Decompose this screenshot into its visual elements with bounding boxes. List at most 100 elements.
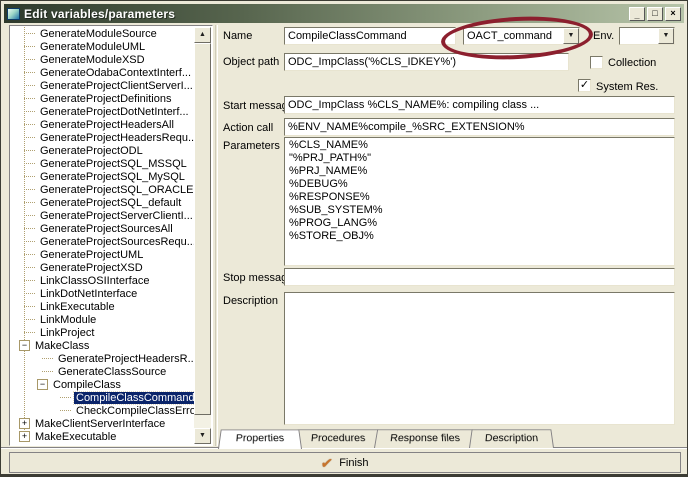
- tree-item-generateprojectclientserveri-[interactable]: GenerateProjectClientServerI...: [11, 79, 194, 92]
- tree-item-label: GenerateModuleXSD: [38, 54, 147, 66]
- tree-scrollbar[interactable]: ▲ ▼: [194, 27, 211, 444]
- expand-icon[interactable]: +: [19, 418, 30, 429]
- stop-message-input[interactable]: [284, 268, 675, 286]
- tree-item-label: GenerateProjectDotNetInterf...: [38, 106, 191, 118]
- collapse-icon[interactable]: −: [19, 340, 30, 351]
- tree-item-linkmodule[interactable]: LinkModule: [11, 313, 194, 326]
- tree-item-label: CheckCompileClassError: [74, 405, 194, 417]
- type-combobox-value: OACT_command: [464, 30, 563, 42]
- description-textarea[interactable]: [284, 292, 675, 425]
- tree-connector: [24, 46, 35, 47]
- tree-item-compileclasscommand[interactable]: CompileClassCommand: [11, 391, 194, 404]
- titlebar[interactable]: Edit variables/parameters _ □ ×: [4, 4, 684, 23]
- window-bottom-border: [1, 474, 687, 476]
- type-combobox[interactable]: OACT_command ▼: [463, 27, 580, 45]
- tab-description[interactable]: Description: [469, 429, 554, 448]
- tree-item-generatemoduleuml[interactable]: GenerateModuleUML: [11, 40, 194, 53]
- tree-connector: [24, 254, 35, 255]
- tree-item-compileclass[interactable]: −CompileClass: [11, 378, 194, 391]
- tree-item-generateprojectheadersr-[interactable]: GenerateProjectHeadersR...: [11, 352, 194, 365]
- tree-item-generateprojectsourcesrequ-[interactable]: GenerateProjectSourcesRequ...: [11, 235, 194, 248]
- tree-connector: [60, 410, 71, 411]
- tree-item-generateprojectsql-oracle[interactable]: GenerateProjectSQL_ORACLE: [11, 183, 194, 196]
- expand-icon[interactable]: +: [19, 431, 30, 442]
- tree-item-label: LinkClassOSIInterface: [38, 275, 151, 287]
- tree-item-linkexecutable[interactable]: LinkExecutable: [11, 300, 194, 313]
- tree-item-generateprojectheadersall[interactable]: GenerateProjectHeadersAll: [11, 118, 194, 131]
- scroll-down-icon[interactable]: ▼: [194, 428, 211, 444]
- tree-item-generateodabacontextinterf-[interactable]: GenerateOdabaContextInterf...: [11, 66, 194, 79]
- name-input[interactable]: [284, 27, 456, 45]
- tree-item-label: CompileClassCommand: [74, 392, 194, 404]
- tree-item-checkcompileclasserror[interactable]: CheckCompileClassError: [11, 404, 194, 417]
- scroll-up-icon[interactable]: ▲: [194, 27, 211, 43]
- env-label: Env.: [593, 30, 614, 42]
- tree-item-label: MakeModule: [33, 444, 100, 445]
- panel-splitter[interactable]: [215, 25, 218, 446]
- tree-item-generateprojectsourcesall[interactable]: GenerateProjectSourcesAll: [11, 222, 194, 235]
- system-res-checkbox[interactable]: ✓: [578, 79, 591, 92]
- maximize-button[interactable]: □: [647, 7, 663, 21]
- tree-item-generateprojectdotnetinterf-[interactable]: GenerateProjectDotNetInterf...: [11, 105, 194, 118]
- tree-connector: [24, 163, 35, 164]
- tree-connector: [42, 371, 53, 372]
- tree-item-linkclassosiinterface[interactable]: LinkClassOSIInterface: [11, 274, 194, 287]
- tab-response-files[interactable]: Response files: [374, 429, 476, 448]
- parameters-label: Parameters: [223, 140, 280, 152]
- tree-item-generateprojectsql-default[interactable]: GenerateProjectSQL_default: [11, 196, 194, 209]
- tree-connector: [24, 176, 35, 177]
- tree-item-label: GenerateProjectODL: [38, 145, 145, 157]
- tree-item-label: GenerateClassSource: [56, 366, 168, 378]
- tree-connector: [24, 124, 35, 125]
- tree-item-generateprojectheadersrequ-[interactable]: GenerateProjectHeadersRequ...: [11, 131, 194, 144]
- tree-item-generateprojectodl[interactable]: GenerateProjectODL: [11, 144, 194, 157]
- tree-item-generateprojectsql-mssql[interactable]: GenerateProjectSQL_MSSQL: [11, 157, 194, 170]
- tree-connector: [24, 137, 35, 138]
- tab-procedures[interactable]: Procedures: [295, 429, 381, 448]
- action-call-input[interactable]: [284, 118, 675, 136]
- tree-connector: [24, 306, 35, 307]
- actions-tree[interactable]: GenerateModuleSourceGenerateModuleUMLGen…: [11, 27, 194, 444]
- tree-item-label: GenerateProjectXSD: [38, 262, 145, 274]
- name-label: Name: [223, 30, 252, 42]
- tree-connector: [24, 215, 35, 216]
- tree-connector: [24, 98, 35, 99]
- start-message-input[interactable]: [284, 96, 675, 114]
- tree-item-label: GenerateModuleSource: [38, 28, 159, 40]
- minimize-button[interactable]: _: [629, 7, 645, 21]
- tree-item-generateclasssource[interactable]: GenerateClassSource: [11, 365, 194, 378]
- tree-item-generatemodulesource[interactable]: GenerateModuleSource: [11, 27, 194, 40]
- chevron-down-icon[interactable]: ▼: [563, 28, 579, 44]
- chevron-down-icon[interactable]: ▼: [658, 28, 674, 44]
- env-combobox[interactable]: ▼: [619, 27, 675, 45]
- tree-connector: [24, 189, 35, 190]
- tree-item-label: LinkExecutable: [38, 301, 117, 313]
- tree-item-makeclass[interactable]: −MakeClass: [11, 339, 194, 352]
- tree-item-generatemodulexsd[interactable]: GenerateModuleXSD: [11, 53, 194, 66]
- tab-properties[interactable]: Properties: [218, 429, 302, 449]
- tree-item-linkdotnetinterface[interactable]: LinkDotNetInterface: [11, 287, 194, 300]
- tree-item-label: GenerateOdabaContextInterf...: [38, 67, 193, 79]
- tree-connector: [24, 293, 35, 294]
- tree-item-makemodule[interactable]: +MakeModule: [11, 443, 194, 444]
- collapse-icon[interactable]: −: [37, 379, 48, 390]
- tree-item-label: GenerateProjectSourcesRequ...: [38, 236, 194, 248]
- parameters-textarea[interactable]: %CLS_NAME% "%PRJ_PATH%" %PRJ_NAME% %DEBU…: [284, 137, 675, 266]
- tree-item-generateprojectsql-mysql[interactable]: GenerateProjectSQL_MySQL: [11, 170, 194, 183]
- close-button[interactable]: ×: [665, 7, 681, 21]
- app-icon: [7, 8, 20, 20]
- tree-item-makeexecutable[interactable]: +MakeExecutable: [11, 430, 194, 443]
- tree-item-makeclientserverinterface[interactable]: +MakeClientServerInterface: [11, 417, 194, 430]
- tree-item-generateprojectserverclienti-[interactable]: GenerateProjectServerClientI...: [11, 209, 194, 222]
- object-path-input[interactable]: [284, 53, 569, 71]
- tree-item-generateprojectdefinitions[interactable]: GenerateProjectDefinitions: [11, 92, 194, 105]
- tree-item-generateprojectuml[interactable]: GenerateProjectUML: [11, 248, 194, 261]
- collection-checkbox[interactable]: [590, 56, 603, 69]
- finish-button[interactable]: ✔ Finish: [9, 452, 681, 473]
- tree-item-linkproject[interactable]: LinkProject: [11, 326, 194, 339]
- check-icon: ✔: [320, 456, 334, 470]
- minimize-icon: _: [634, 10, 639, 20]
- scrollbar-thumb[interactable]: [194, 43, 211, 415]
- tree-item-label: LinkProject: [38, 327, 96, 339]
- tree-item-generateprojectxsd[interactable]: GenerateProjectXSD: [11, 261, 194, 274]
